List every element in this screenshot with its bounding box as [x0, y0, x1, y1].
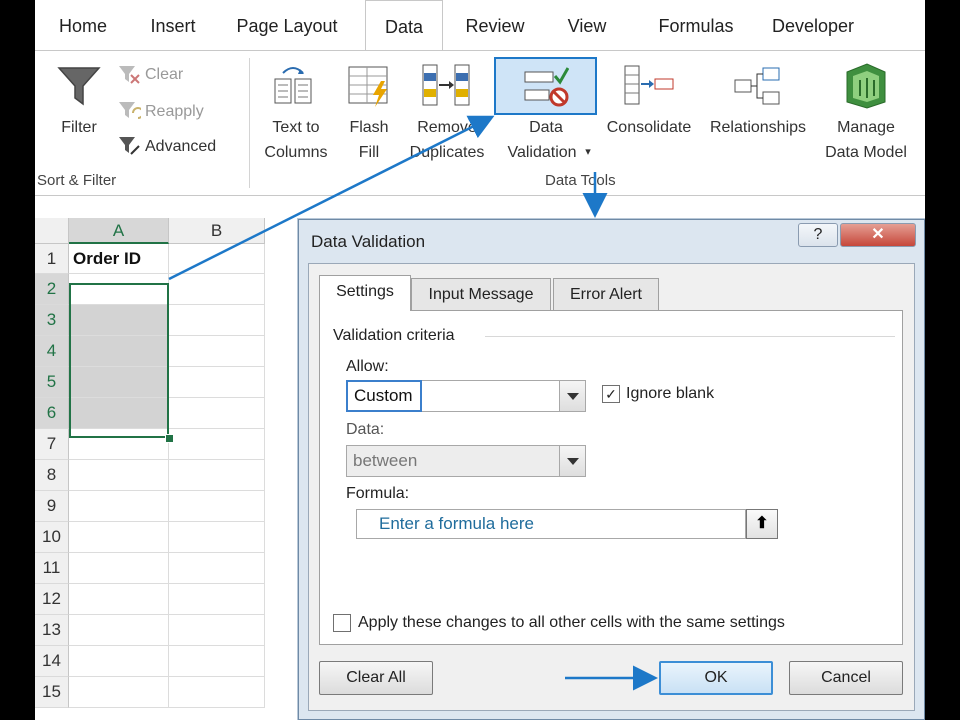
arrow-selection-to-validation: [168, 115, 495, 281]
tab-settings[interactable]: Settings: [319, 275, 411, 311]
callout-arrows: [168, 115, 658, 691]
excel-window: Home Insert Page Layout Data Review View…: [35, 0, 925, 720]
